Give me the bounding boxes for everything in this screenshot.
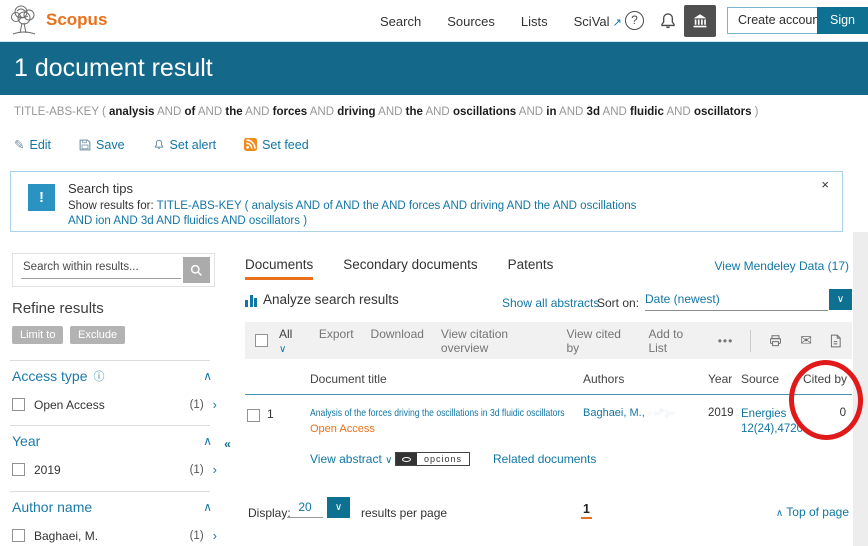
divider — [750, 330, 751, 352]
print-icon[interactable] — [768, 334, 783, 348]
results-toolbar: All ∨ Export Download View citation overvi… — [245, 322, 852, 359]
toolbar-action-add-to-list[interactable]: Add to List — [648, 327, 700, 355]
col-header-cited-by[interactable]: Cited by — [803, 372, 847, 386]
chevron-right-icon[interactable]: › — [213, 528, 217, 543]
divider — [10, 360, 210, 361]
refine-results-title: Refine results — [12, 300, 104, 317]
search-icon — [190, 264, 203, 277]
sort-select-value[interactable]: Date (newest) — [645, 292, 828, 311]
facet-author-name[interactable]: Author name ∧ — [12, 499, 212, 515]
sort-dropdown-chevron[interactable]: ∨ — [829, 289, 852, 310]
tab-documents[interactable]: Documents — [245, 257, 313, 280]
facet-item-baghaei: Baghaei, M. (1) › — [12, 528, 217, 543]
pagination-page-1[interactable]: 1 — [581, 502, 592, 519]
toolbar-action-view-cited-by[interactable]: View cited by — [567, 327, 632, 355]
results-tabs: Documents Secondary documents Patents — [245, 257, 553, 280]
chevron-right-icon[interactable]: › — [213, 462, 217, 477]
search-within-button[interactable] — [183, 257, 210, 283]
show-all-abstracts-link[interactable]: Show all abstracts — [502, 296, 599, 310]
limit-to-button[interactable]: Limit to — [12, 326, 63, 344]
tab-secondary-documents[interactable]: Secondary documents — [343, 257, 477, 280]
chevron-down-icon: ∨ — [279, 344, 286, 355]
toolbar-action-view-citation-overview[interactable]: View citation overview — [441, 327, 550, 355]
col-header-document-title[interactable]: Document title — [310, 372, 387, 386]
sort-on-label: Sort on: — [597, 296, 639, 310]
col-header-source[interactable]: Source — [741, 372, 779, 386]
facet-access-type[interactable]: Access type ⓘ ∧ — [12, 368, 212, 384]
email-icon[interactable]: ✉ — [800, 332, 812, 349]
toolbar-action-download[interactable]: Download — [371, 327, 424, 355]
info-icon[interactable]: ⓘ — [93, 368, 104, 384]
chevron-down-icon: ∨ — [385, 455, 392, 466]
search-within-results-box — [12, 253, 215, 287]
document-title-link[interactable]: Analysis of the forces driving the oscil… — [310, 407, 565, 419]
more-actions-button[interactable]: ••• — [718, 334, 734, 348]
resolver-eye-icon — [396, 453, 417, 465]
year-2019-checkbox[interactable] — [12, 463, 25, 476]
row-checkbox[interactable] — [247, 409, 260, 422]
page-size-dropdown-chevron[interactable]: ∨ — [327, 497, 350, 518]
all-dropdown[interactable]: All ∨ — [279, 327, 302, 355]
chevron-up-icon: ∧ — [776, 508, 783, 519]
open-access-badge: Open Access — [310, 423, 375, 435]
scrollbar-track[interactable] — [853, 232, 868, 546]
divider — [10, 491, 210, 492]
display-label: Display: — [248, 506, 291, 520]
divider — [10, 425, 210, 426]
page-size-value[interactable]: 20 — [287, 500, 323, 518]
select-all-checkbox[interactable] — [255, 334, 268, 347]
col-header-authors[interactable]: Authors — [583, 372, 624, 386]
facet-item-2019: 2019 (1) › — [12, 462, 217, 477]
row-authors: Baghaei, M., · ··' ;·· — [583, 407, 675, 419]
exclude-button[interactable]: Exclude — [70, 326, 125, 344]
author-obscured: · ··' ;·· — [648, 408, 675, 419]
tab-patents[interactable]: Patents — [508, 257, 554, 280]
search-within-results-input[interactable] — [21, 259, 181, 279]
analyze-search-results-link[interactable]: Analyze search results — [245, 292, 399, 307]
open-access-checkbox[interactable] — [12, 398, 25, 411]
bar-chart-icon — [245, 295, 257, 307]
toolbar-action-export[interactable]: Export — [319, 327, 354, 355]
facet-item-open-access: Open Access (1) › — [12, 397, 217, 412]
author-baghaei-checkbox[interactable] — [12, 529, 25, 542]
chevron-up-icon[interactable]: ∧ — [203, 434, 212, 448]
save-to-pdf-icon[interactable] — [829, 334, 842, 348]
related-documents-link[interactable]: Related documents — [493, 452, 596, 466]
facet-year[interactable]: Year ∧ — [12, 433, 212, 449]
results-main: Documents Secondary documents Patents Vi… — [245, 0, 852, 546]
source-link[interactable]: Energies 12(24),4720 — [741, 407, 803, 437]
top-of-page-link[interactable]: ∧ Top of page — [776, 505, 849, 519]
view-mendeley-data-link[interactable]: View Mendeley Data (17) — [714, 259, 849, 273]
toolbar-actions: Export Download View citation overview View… — [319, 327, 701, 355]
row-number: 1 — [267, 407, 274, 421]
results-per-page-label: results per page — [361, 506, 447, 520]
scopus-results-page: Scopus SearchSourcesListsSciVal ↗ ? Crea… — [0, 0, 868, 546]
col-header-year[interactable]: Year — [708, 372, 732, 386]
chevron-up-icon[interactable]: ∧ — [203, 500, 212, 514]
cited-by-count: 0 — [840, 407, 846, 419]
table-header-rule — [245, 394, 852, 395]
chevron-right-icon[interactable]: › — [213, 397, 217, 412]
author-link[interactable]: Baghaei, M., — [583, 407, 645, 419]
library-resolver-button[interactable]: opcions — [395, 452, 470, 466]
view-abstract-link[interactable]: View abstract ∨ — [310, 452, 392, 466]
refine-sidebar: Refine results Limit to Exclude Access t… — [0, 0, 230, 546]
chevron-up-icon[interactable]: ∧ — [203, 369, 212, 383]
row-year: 2019 — [708, 407, 734, 419]
